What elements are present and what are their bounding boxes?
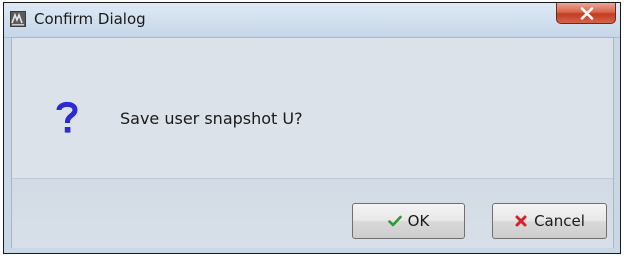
checkmark-icon xyxy=(387,214,402,228)
button-bar: OK Cancel xyxy=(12,178,613,248)
close-button[interactable] xyxy=(556,3,616,24)
cancel-button[interactable]: Cancel xyxy=(492,203,607,239)
question-icon xyxy=(56,100,78,136)
ok-button[interactable]: OK xyxy=(352,203,465,239)
title-bar[interactable]: Confirm Dialog xyxy=(4,3,620,38)
window-title: Confirm Dialog xyxy=(34,10,146,28)
cross-icon xyxy=(514,214,528,228)
cancel-button-label: Cancel xyxy=(534,212,585,230)
close-icon xyxy=(580,7,594,20)
message-area: Save user snapshot U? xyxy=(12,38,613,178)
dialog-content: Save user snapshot U? OK Cancel xyxy=(11,37,614,248)
ok-button-label: OK xyxy=(407,212,430,230)
dialog-window: Confirm Dialog Save user snapshot U? OK … xyxy=(3,2,621,254)
confirm-message: Save user snapshot U? xyxy=(120,109,303,128)
app-logo-icon xyxy=(10,11,26,27)
